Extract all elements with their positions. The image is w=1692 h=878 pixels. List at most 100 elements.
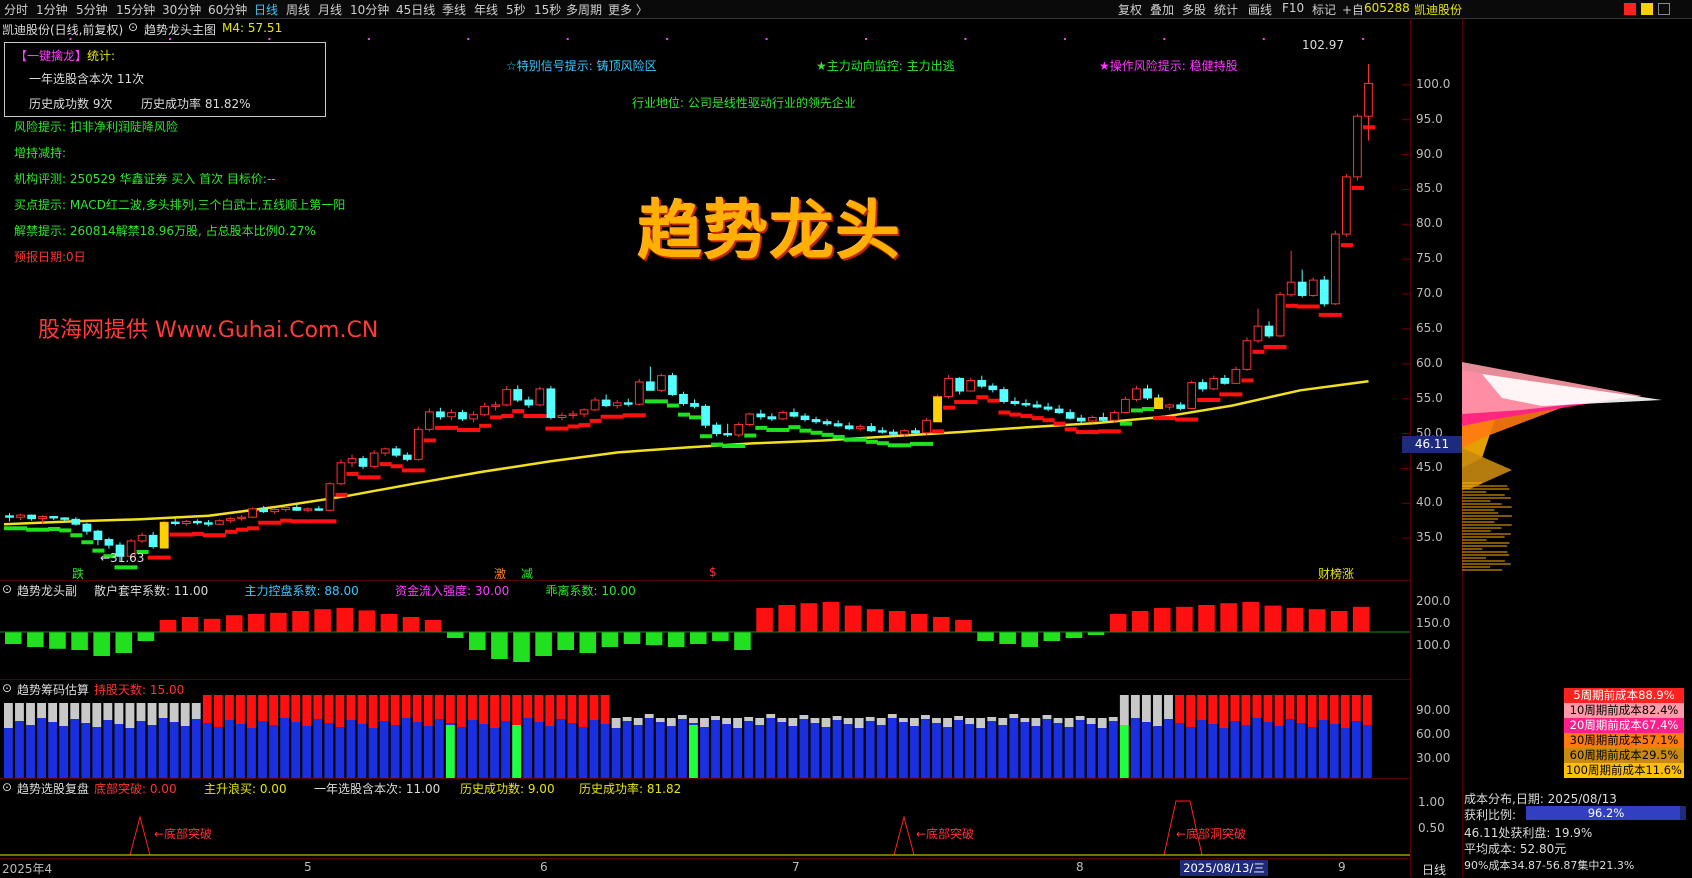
event-marker: 跌	[72, 567, 85, 581]
trend-step	[644, 399, 657, 404]
sub2-blue-bar	[1241, 725, 1251, 778]
sub2-blue-bar	[578, 727, 588, 778]
candle-body	[325, 483, 335, 511]
sub2-blue-bar	[854, 728, 864, 778]
period-tab[interactable]: 5分钟	[76, 1, 108, 18]
candle-body	[645, 381, 655, 391]
sub1-bar	[1131, 611, 1149, 632]
sub1-bar	[49, 632, 66, 649]
period-tab[interactable]: 周线	[286, 1, 310, 18]
period-tab[interactable]: 月线	[318, 1, 342, 18]
main-header: 凯迪股份(日线,前复权) ⊙ 趋势龙头主图 M4: 57.51	[0, 19, 1410, 37]
sub1-bar	[1043, 632, 1061, 641]
sub2-blue-bar	[501, 721, 511, 778]
settings-icon[interactable]: ⊙	[128, 20, 138, 34]
candle-body	[889, 431, 898, 435]
candle-body	[148, 534, 158, 548]
sub1-bar	[910, 614, 928, 632]
period-tab[interactable]: 日线	[254, 1, 278, 18]
trend-step	[1031, 416, 1044, 421]
sub1-bar	[690, 632, 707, 644]
period-tab[interactable]: 15秒	[534, 1, 561, 18]
trend-step	[202, 533, 215, 538]
sub2-red-bar	[799, 715, 809, 719]
period-tab[interactable]: 更多 〉	[608, 1, 648, 18]
sub2-red-bar	[180, 703, 190, 726]
candle-body	[16, 514, 25, 518]
alert-icon[interactable]	[1641, 3, 1653, 15]
sub1-bar	[579, 632, 597, 653]
candle-body	[877, 430, 887, 433]
candle-body	[1231, 368, 1241, 384]
sub2-blue-bar	[335, 727, 345, 778]
period-tab[interactable]: 季线	[442, 1, 466, 18]
trend-step	[1351, 185, 1364, 190]
sub2-red-bar	[1020, 718, 1030, 722]
candle-body	[1121, 398, 1130, 414]
price-tick: 55.0	[1416, 390, 1443, 405]
sub2-blue-bar	[202, 723, 212, 778]
toolbar-button[interactable]: 标记	[1312, 1, 1336, 18]
trend-step	[412, 468, 425, 473]
flag-icon[interactable]	[1624, 3, 1636, 15]
sub2-red-bar	[501, 695, 511, 721]
window-icon[interactable]	[1658, 3, 1670, 15]
period-tab[interactable]: 多周期	[566, 1, 602, 18]
candle-body	[811, 419, 821, 423]
sub1-bar-chart[interactable]	[0, 596, 1410, 678]
trend-step	[445, 425, 458, 430]
candle-body	[1043, 406, 1053, 410]
sub2-bar-chart[interactable]	[0, 695, 1410, 778]
trend-step	[1307, 304, 1320, 309]
period-tab[interactable]: 分时	[4, 1, 28, 18]
trend-step	[1230, 392, 1243, 397]
period-tab[interactable]: 1分钟	[36, 1, 68, 18]
sub2-blue-bar	[666, 726, 676, 778]
trend-step	[1042, 418, 1055, 423]
settings-icon[interactable]: ⊙	[2, 780, 12, 794]
sub2-red-bar	[832, 716, 842, 720]
settings-icon[interactable]: ⊙	[2, 681, 12, 695]
trend-step	[125, 565, 138, 570]
candle-body	[1342, 176, 1351, 235]
toolbar-button[interactable]: 画线	[1248, 1, 1272, 18]
toolbar-button[interactable]: 复权	[1118, 1, 1142, 18]
trend-step	[368, 475, 381, 480]
sub2-red-bar	[843, 718, 853, 724]
settings-icon[interactable]: ⊙	[2, 582, 12, 596]
period-tab[interactable]: 30分钟	[162, 1, 201, 18]
candlestick-chart[interactable]	[0, 36, 1410, 580]
period-tab[interactable]: 15分钟	[116, 1, 155, 18]
sub2-blue-bar	[1362, 725, 1372, 778]
sub2-red-bar	[302, 695, 312, 726]
cost-row: 5周期前成本88.9%	[1564, 688, 1684, 703]
sub2-red-bar	[158, 703, 168, 718]
candle-body	[966, 380, 976, 392]
period-tab[interactable]: 10分钟	[350, 1, 389, 18]
period-tab[interactable]: 45日线	[396, 1, 435, 18]
sub2-red-bar	[335, 695, 345, 727]
period-tab[interactable]: 年线	[474, 1, 498, 18]
toolbar-button[interactable]: F10	[1282, 1, 1304, 15]
toolbar-button[interactable]: 多股	[1182, 1, 1206, 18]
period-label[interactable]: 日线	[1422, 861, 1446, 878]
candle-body	[1353, 115, 1362, 178]
toolbar-button[interactable]: 统计	[1214, 1, 1238, 18]
sub2-red-bar	[987, 717, 997, 721]
sub2-blue-bar	[954, 720, 963, 778]
candle-body	[1076, 417, 1086, 422]
toolbar-button[interactable]: 叠加	[1150, 1, 1174, 18]
date-label: 9	[1338, 860, 1346, 874]
sub2-blue-bar	[556, 719, 566, 778]
candle-body	[1143, 388, 1152, 399]
period-tab[interactable]: 60分钟	[208, 1, 247, 18]
candle-body	[1319, 279, 1329, 305]
sub2-blue-bar	[534, 722, 544, 778]
sub2-red-bar	[821, 718, 831, 727]
trend-step	[70, 533, 83, 538]
cost-concentration: 90%成本34.87-56.87集中21.3%	[1464, 859, 1635, 872]
trend-step	[26, 527, 39, 532]
sub2-red-bar	[401, 695, 411, 718]
stock-name[interactable]: 凯迪股份	[1414, 1, 1462, 18]
period-tab[interactable]: 5秒	[506, 1, 526, 18]
